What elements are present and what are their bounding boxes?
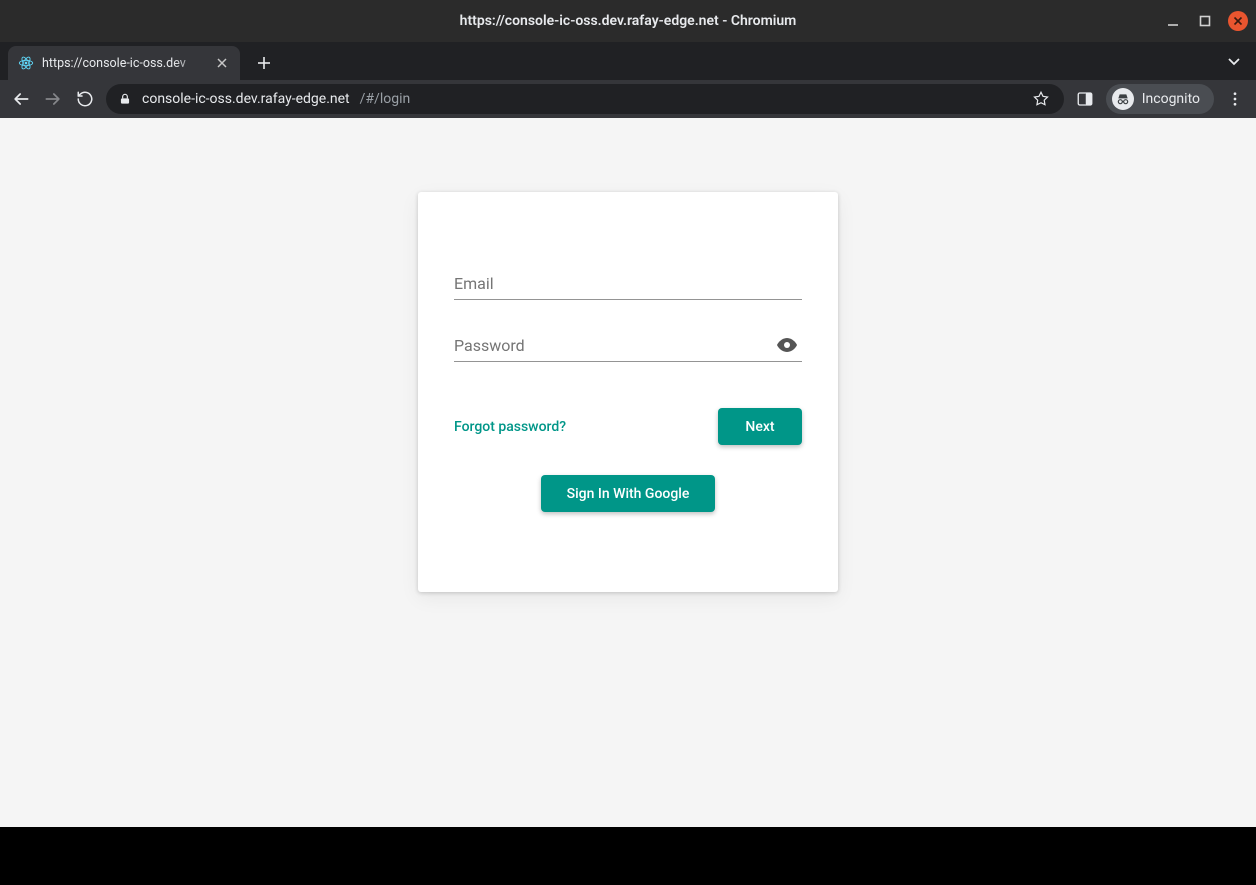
browser-tab-title: https://console-ic-oss.dev <box>42 56 206 71</box>
window-bottom-border <box>0 827 1256 885</box>
back-button[interactable] <box>10 88 32 110</box>
sso-row: Sign In With Google <box>454 475 802 512</box>
react-icon <box>18 55 34 71</box>
browser-tabstrip: https://console-ic-oss.dev <box>0 42 1256 80</box>
incognito-icon <box>1112 88 1134 110</box>
new-tab-button[interactable] <box>250 49 278 77</box>
browser-tab-active[interactable]: https://console-ic-oss.dev <box>8 46 240 80</box>
login-actions-row: Forgot password? Next <box>454 408 802 445</box>
browser-menu-button[interactable] <box>1224 88 1246 110</box>
browser-toolbar: console-ic-oss.dev.rafay-edge.net /#/logi… <box>0 80 1256 118</box>
side-panel-icon[interactable] <box>1074 88 1096 110</box>
forgot-password-link[interactable]: Forgot password? <box>454 419 566 435</box>
url-path: /#/login <box>360 91 411 107</box>
password-input[interactable] <box>454 330 802 362</box>
password-field-wrapper: Password <box>454 330 802 362</box>
address-bar[interactable]: console-ic-oss.dev.rafay-edge.net /#/logi… <box>106 84 1064 114</box>
sign-in-with-google-button[interactable]: Sign In With Google <box>541 475 716 512</box>
next-button[interactable]: Next <box>718 408 802 445</box>
eye-icon <box>775 333 799 357</box>
window-title: https://console-ic-oss.dev.rafay-edge.ne… <box>460 13 797 29</box>
login-card: Email Password Forgot password? Next Sig… <box>418 192 838 592</box>
window-close-button[interactable] <box>1228 11 1248 31</box>
page-scroll[interactable]: Email Password Forgot password? Next Sig… <box>0 118 1256 827</box>
incognito-label: Incognito <box>1142 91 1200 107</box>
tab-close-button[interactable] <box>214 55 230 71</box>
bookmark-star-icon[interactable] <box>1030 88 1052 110</box>
window-titlebar: https://console-ic-oss.dev.rafay-edge.ne… <box>0 0 1256 42</box>
window-maximize-button[interactable] <box>1196 12 1214 30</box>
url-host: console-ic-oss.dev.rafay-edge.net <box>142 91 350 107</box>
lock-icon <box>118 92 132 106</box>
email-field-wrapper: Email <box>454 268 802 300</box>
window-minimize-button[interactable] <box>1164 12 1182 30</box>
reload-button[interactable] <box>74 88 96 110</box>
forward-button[interactable] <box>42 88 64 110</box>
window-controls <box>1164 0 1248 42</box>
page-viewport: Email Password Forgot password? Next Sig… <box>0 118 1256 827</box>
incognito-indicator[interactable]: Incognito <box>1106 84 1214 114</box>
password-visibility-toggle[interactable] <box>772 330 802 360</box>
email-input[interactable] <box>454 268 802 300</box>
tabs-overflow-button[interactable] <box>1226 42 1242 80</box>
